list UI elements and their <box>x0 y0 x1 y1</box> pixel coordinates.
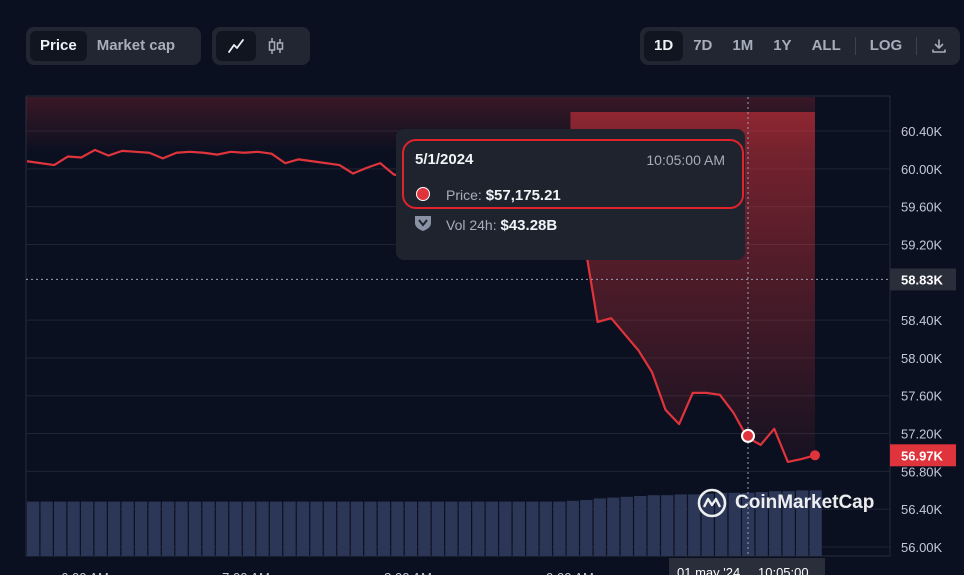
volume-bar <box>256 501 269 556</box>
volume-bar <box>661 495 674 556</box>
x-tick-label: 9:00 AM <box>546 570 594 575</box>
x-tick-label: 7:00 AM <box>222 570 270 575</box>
tooltip-volume-label: Vol 24h: <box>446 217 497 233</box>
x-tick-label: 8:00 AM <box>384 570 432 575</box>
volume-bar <box>404 501 418 556</box>
y-tick-label: 56.00K <box>901 540 943 555</box>
y-tick-label: 59.60K <box>901 200 943 215</box>
price-tooltip: 5/1/2024 10:05:00 AM Price: $57,175.21 V… <box>396 129 745 260</box>
volume-bar <box>134 501 148 556</box>
y-tick-label: 56.40K <box>901 502 943 517</box>
volume-bar <box>553 501 566 556</box>
volume-bar <box>350 501 364 556</box>
volume-bar <box>94 501 107 556</box>
volume-bar <box>566 500 579 556</box>
volume-badge-icon <box>415 216 431 231</box>
volume-bar <box>121 501 134 556</box>
volume-bar <box>283 501 296 556</box>
volume-bar <box>458 501 472 556</box>
volume-bar <box>647 495 660 556</box>
volume-bar <box>107 501 121 556</box>
y-tick-label: 60.00K <box>901 162 943 177</box>
volume-bar <box>377 501 391 556</box>
volume-bar <box>445 501 458 556</box>
tooltip-volume-value: $43.28B <box>500 217 558 234</box>
y-tick-label: 60.40K <box>901 124 943 139</box>
current-price-label: 56.97K <box>901 448 944 463</box>
volume-bar <box>53 501 67 556</box>
volume-bar <box>215 501 229 556</box>
volume-bar <box>148 501 161 556</box>
volume-bar <box>296 501 310 556</box>
tooltip-price-row: Price: $57,175.21 <box>446 187 561 204</box>
volume-bar <box>229 501 242 556</box>
volume-bar <box>607 497 620 556</box>
volume-bar <box>391 501 404 556</box>
volume-bar <box>674 494 687 556</box>
coinmarketcap-watermark: CoinMarketCap <box>697 488 874 518</box>
volume-bar <box>512 501 525 556</box>
volume-bar <box>310 501 323 556</box>
crosshair-time-label: 10:05:00 <box>758 565 809 575</box>
crosshair-date-label: 01 may '24 <box>677 565 740 575</box>
last-price-point <box>810 450 820 461</box>
y-tick-label: 56.80K <box>901 464 943 479</box>
tooltip-time: 10:05:00 AM <box>646 152 725 168</box>
hover-point <box>741 428 755 443</box>
volume-bar <box>67 501 80 556</box>
y-tick-label: 57.20K <box>901 427 943 442</box>
volume-bar <box>620 496 633 556</box>
volume-bar <box>593 498 606 556</box>
volume-bar <box>337 501 350 556</box>
volume-bar <box>188 501 202 556</box>
volume-bar <box>323 501 337 556</box>
volume-bar <box>431 501 445 556</box>
volume-bar <box>364 501 377 556</box>
volume-bar <box>202 501 215 556</box>
volume-bar <box>418 501 431 556</box>
volume-bar <box>580 500 593 556</box>
volume-bar <box>269 501 283 556</box>
price-series-dot-icon <box>416 187 430 201</box>
volume-bar <box>161 501 175 556</box>
volume-bar <box>539 501 552 556</box>
tooltip-volume-row: Vol 24h: $43.28B <box>446 217 557 234</box>
volume-bar <box>242 501 256 556</box>
watermark-text: CoinMarketCap <box>735 492 875 513</box>
tooltip-price-label: Price: <box>446 187 482 203</box>
volume-bar <box>80 501 94 556</box>
volume-bar <box>499 501 512 556</box>
tooltip-date: 5/1/2024 <box>415 151 474 168</box>
y-tick-label: 58.40K <box>901 313 943 328</box>
y-tick-label: 59.20K <box>901 237 943 252</box>
crosshair-price-label: 58.83K <box>901 272 944 287</box>
volume-bar <box>485 501 499 556</box>
coinmarketcap-logo-icon <box>697 488 727 518</box>
volume-bar <box>175 501 188 556</box>
volume-bar <box>27 501 40 556</box>
volume-bar <box>472 501 485 556</box>
y-tick-label: 58.00K <box>901 351 943 366</box>
volume-bar <box>526 501 539 556</box>
tooltip-price-value: $57,175.21 <box>485 187 561 204</box>
volume-bar <box>634 496 647 556</box>
volume-bar <box>40 501 53 556</box>
x-tick-label: 6:00 AM <box>61 570 109 575</box>
y-tick-label: 57.60K <box>901 389 943 404</box>
